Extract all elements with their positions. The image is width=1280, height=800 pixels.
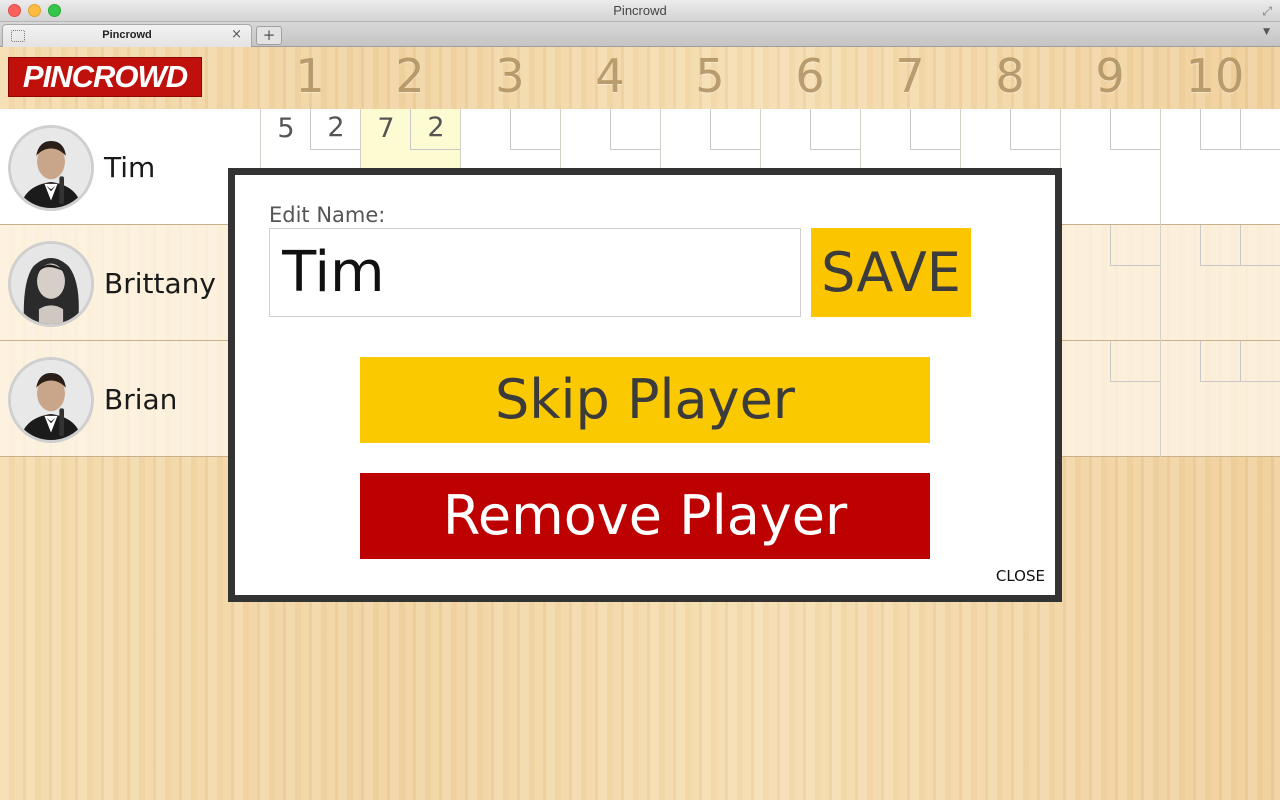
frame-number: 1 bbox=[295, 49, 325, 103]
frame-number: 6 bbox=[795, 49, 825, 103]
frame-number: 10 bbox=[1185, 49, 1245, 103]
frame-number: 8 bbox=[995, 49, 1025, 103]
ball-box bbox=[1110, 341, 1160, 382]
frame-cell[interactable] bbox=[1060, 109, 1160, 225]
ball-box: 2 bbox=[310, 109, 360, 150]
player-name[interactable]: Tim bbox=[104, 151, 155, 184]
frame-cell-tenth[interactable] bbox=[1160, 341, 1280, 457]
fullscreen-icon[interactable]: ⤢ bbox=[1262, 4, 1272, 19]
skip-player-button[interactable]: Skip Player bbox=[360, 357, 930, 443]
frame-cell-tenth[interactable] bbox=[1160, 225, 1280, 341]
frame-number: 7 bbox=[895, 49, 925, 103]
ball-box bbox=[1110, 109, 1160, 150]
remove-player-button[interactable]: Remove Player bbox=[360, 473, 930, 559]
ball-box bbox=[1200, 225, 1240, 266]
close-modal-link[interactable]: CLOSE bbox=[996, 567, 1045, 585]
ball-box bbox=[510, 109, 560, 150]
ball-score: 5 bbox=[277, 113, 295, 144]
ball-box bbox=[1010, 109, 1060, 150]
ball-box bbox=[810, 109, 860, 150]
frame-number: 3 bbox=[495, 49, 525, 103]
frame-number: 9 bbox=[1095, 49, 1125, 103]
frame-cell[interactable] bbox=[1060, 341, 1160, 457]
player-avatar[interactable] bbox=[8, 357, 94, 443]
ball-box bbox=[1240, 225, 1280, 266]
frame-number: 5 bbox=[695, 49, 725, 103]
ball-box bbox=[710, 109, 760, 150]
player-avatar[interactable] bbox=[8, 241, 94, 327]
tab-pincrowd[interactable]: Pincrowd × bbox=[2, 24, 252, 47]
ball-box bbox=[610, 109, 660, 150]
frame-cell[interactable] bbox=[1060, 225, 1160, 341]
ball-box bbox=[1200, 341, 1240, 382]
new-tab-button[interactable]: + bbox=[256, 26, 282, 45]
edit-player-modal: Edit Name: SAVE Skip Player Remove Playe… bbox=[228, 168, 1062, 602]
tab-title: Pincrowd bbox=[102, 29, 152, 41]
frame-number: 4 bbox=[595, 49, 625, 103]
woman-portrait-icon bbox=[11, 244, 91, 324]
edit-name-label: Edit Name: bbox=[269, 203, 386, 227]
frame-number: 2 bbox=[395, 49, 425, 103]
player-name[interactable]: Brian bbox=[104, 383, 177, 416]
ball-box bbox=[1110, 225, 1160, 266]
window-title: Pincrowd bbox=[613, 3, 667, 18]
ball-box bbox=[910, 109, 960, 150]
ball-score: 7 bbox=[377, 113, 395, 144]
ball-box bbox=[1240, 109, 1280, 150]
ball-box: 2 bbox=[410, 109, 460, 150]
tuxedo-man-icon bbox=[11, 128, 91, 208]
player-name[interactable]: Brittany bbox=[104, 267, 216, 300]
frame-cell-tenth[interactable] bbox=[1160, 109, 1280, 225]
tab-close-icon[interactable]: × bbox=[231, 27, 242, 42]
ball-box bbox=[1240, 341, 1280, 382]
tab-menu-icon[interactable]: ▼ bbox=[1263, 27, 1270, 37]
frame-header: PINCROWD 1 2 3 4 5 6 7 8 9 10 bbox=[0, 47, 1280, 109]
ball-score: 2 bbox=[327, 112, 345, 143]
tab-bar: Pincrowd × + ▼ bbox=[0, 22, 1280, 47]
pincrowd-logo: PINCROWD bbox=[8, 57, 202, 97]
tuxedo-man-icon bbox=[11, 360, 91, 440]
player-avatar[interactable] bbox=[8, 125, 94, 211]
ball-box bbox=[1200, 109, 1240, 150]
save-button[interactable]: SAVE bbox=[811, 228, 971, 317]
ball-score: 2 bbox=[427, 112, 445, 143]
window-titlebar: Pincrowd ⤢ bbox=[0, 0, 1280, 22]
player-name-input[interactable] bbox=[269, 228, 801, 317]
